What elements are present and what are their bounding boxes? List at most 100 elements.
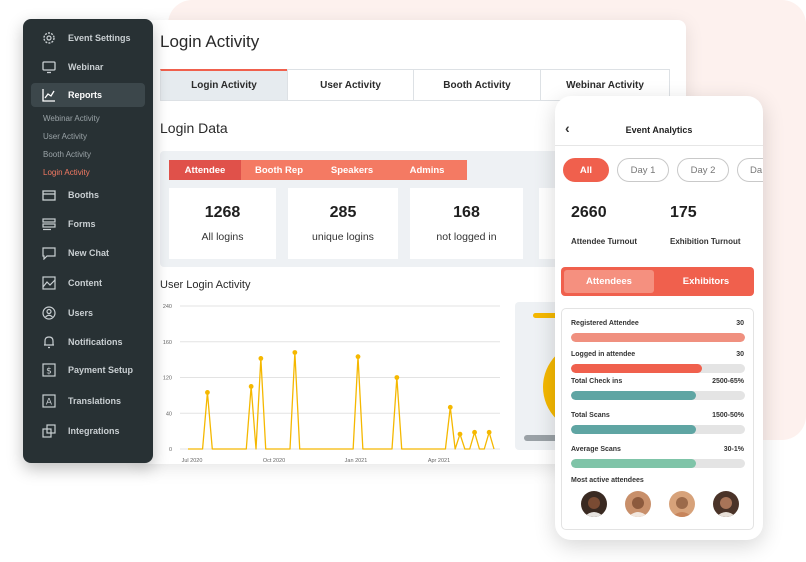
segment-exhibitors[interactable]: Exhibitors bbox=[661, 270, 751, 293]
sidebar-item-integrations[interactable]: Integrations bbox=[31, 419, 145, 443]
segment-control: Attendees Exhibitors bbox=[561, 267, 754, 296]
sidebar-item-label: Users bbox=[68, 308, 94, 318]
metric-label: Average Scans bbox=[571, 446, 621, 453]
attendee-turnout-value: 2660 bbox=[571, 204, 607, 221]
translate-icon: A bbox=[41, 393, 57, 409]
metric-value: 30-1% bbox=[723, 446, 744, 453]
chart-title: User Login Activity bbox=[160, 279, 251, 291]
metric-label: Logged in attendee bbox=[571, 351, 636, 358]
sidebar-item-reports[interactable]: Reports bbox=[31, 83, 145, 107]
x-tick-label: Apr 2021 bbox=[428, 458, 450, 464]
metric-bar bbox=[571, 459, 745, 468]
page-title: Login Activity bbox=[160, 32, 260, 51]
metric-bar bbox=[571, 391, 745, 400]
x-tick-label: Jan 2021 bbox=[345, 458, 368, 464]
stat-label: not logged in bbox=[436, 231, 497, 243]
data-point bbox=[486, 429, 492, 435]
avatar[interactable] bbox=[625, 491, 651, 517]
data-point bbox=[258, 356, 264, 361]
sidebar-item-booths[interactable]: Booths bbox=[31, 183, 145, 207]
tab-login-activity[interactable]: Login Activity bbox=[160, 69, 288, 101]
metric-bar bbox=[571, 425, 745, 434]
sidebar-item-users[interactable]: Users bbox=[31, 301, 145, 325]
metric-bar-fill bbox=[571, 333, 745, 342]
sidebar-item-label: Forms bbox=[68, 219, 96, 229]
most-active-label: Most active attendees bbox=[571, 477, 644, 484]
stat-card-all-logins: 1268 All logins bbox=[169, 188, 276, 259]
data-point bbox=[457, 431, 463, 437]
day-pill-day-3[interactable]: Da bbox=[737, 158, 763, 182]
avatar[interactable] bbox=[713, 491, 739, 517]
sub-item-login-activity[interactable]: Login Activity bbox=[43, 168, 90, 177]
stat-value: 168 bbox=[453, 204, 480, 221]
data-point bbox=[292, 350, 298, 355]
stat-value: 285 bbox=[329, 204, 357, 221]
x-tick-label: Jul 2020 bbox=[182, 458, 203, 464]
tab-user-activity[interactable]: User Activity bbox=[287, 69, 414, 101]
stat-label: unique logins bbox=[312, 231, 374, 243]
chart-icon bbox=[41, 87, 57, 103]
sidebar-item-label: New Chat bbox=[68, 248, 110, 258]
y-tick-label: 160 bbox=[163, 340, 172, 346]
metric-bar bbox=[571, 333, 745, 342]
segment-attendees[interactable]: Attendees bbox=[564, 270, 654, 293]
y-tick-label: 240 bbox=[163, 304, 172, 310]
dollar-icon: $ bbox=[41, 362, 57, 378]
monitor-icon bbox=[41, 59, 57, 75]
metrics-card: Registered Attendee 30 Logged in attende… bbox=[561, 308, 754, 530]
sub-item-webinar-activity[interactable]: Webinar Activity bbox=[43, 114, 100, 123]
marketing-stage: Login Activity Login Activity User Activ… bbox=[0, 0, 806, 562]
metric-bar-fill bbox=[571, 459, 697, 468]
sidebar: Event Settings Webinar Reports Webinar A… bbox=[23, 19, 153, 463]
form-icon bbox=[41, 216, 57, 232]
sidebar-item-payment-setup[interactable]: $ Payment Setup bbox=[31, 358, 145, 382]
role-tab-attendee[interactable]: Attendee bbox=[169, 160, 241, 180]
sidebar-item-translations[interactable]: A Translations bbox=[31, 389, 145, 413]
day-pill-day-2[interactable]: Day 2 bbox=[677, 158, 729, 182]
sub-item-user-activity[interactable]: User Activity bbox=[43, 132, 87, 141]
sidebar-item-forms[interactable]: Forms bbox=[31, 212, 145, 236]
series-line bbox=[188, 351, 495, 450]
metric-bar bbox=[571, 364, 745, 373]
section-title: Login Data bbox=[160, 120, 228, 136]
exhibition-turnout-label: Exhibition Turnout bbox=[670, 237, 741, 246]
metric-value: 1500-50% bbox=[712, 412, 744, 419]
sidebar-item-label: Content bbox=[68, 278, 102, 288]
sidebar-item-label: Webinar bbox=[68, 62, 104, 72]
role-tabs: Attendee Booth Rep Speakers Admins bbox=[169, 160, 467, 180]
data-point bbox=[205, 389, 210, 395]
sidebar-item-label: Translations bbox=[68, 396, 122, 406]
sidebar-item-label: Payment Setup bbox=[68, 365, 134, 375]
role-tab-admins[interactable]: Admins bbox=[387, 160, 467, 180]
avatar[interactable] bbox=[581, 491, 607, 517]
sidebar-item-notifications[interactable]: Notifications bbox=[31, 330, 145, 354]
metric-label: Total Check ins bbox=[571, 378, 623, 385]
phone-header: ‹ Event Analytics bbox=[555, 96, 763, 146]
sub-item-booth-activity[interactable]: Booth Activity bbox=[43, 150, 91, 159]
sidebar-item-new-chat[interactable]: New Chat bbox=[31, 241, 145, 265]
attendee-turnout-label: Attendee Turnout bbox=[571, 237, 638, 246]
exhibition-turnout-value: 175 bbox=[670, 204, 697, 221]
sidebar-item-event-settings[interactable]: Event Settings bbox=[31, 26, 145, 50]
data-point bbox=[355, 354, 361, 360]
data-point bbox=[472, 429, 477, 435]
stat-card-not-logged-in: 168 not logged in bbox=[410, 188, 523, 259]
phone-title: Event Analytics bbox=[625, 125, 693, 135]
day-pill-day-1[interactable]: Day 1 bbox=[617, 158, 669, 182]
y-tick-label: 120 bbox=[163, 376, 172, 382]
role-tab-speakers[interactable]: Speakers bbox=[317, 160, 387, 180]
x-tick-label: Oct 2020 bbox=[263, 458, 285, 464]
sidebar-item-content[interactable]: Content bbox=[31, 271, 145, 295]
integration-icon bbox=[41, 423, 57, 439]
data-point bbox=[248, 384, 254, 389]
gear-icon bbox=[41, 30, 57, 46]
metric-value: 2500-65% bbox=[712, 378, 744, 385]
sidebar-item-webinar[interactable]: Webinar bbox=[31, 55, 145, 79]
sidebar-item-label: Booths bbox=[68, 190, 99, 200]
avatar[interactable] bbox=[669, 491, 695, 517]
day-pill-all[interactable]: All bbox=[563, 158, 609, 182]
booth-icon bbox=[41, 187, 57, 203]
role-tab-booth-rep[interactable]: Booth Rep bbox=[241, 160, 317, 180]
mobile-analytics-phone: ‹ Event Analytics All Day 1 Day 2 Da 266… bbox=[555, 96, 763, 540]
tab-booth-activity[interactable]: Booth Activity bbox=[413, 69, 541, 101]
